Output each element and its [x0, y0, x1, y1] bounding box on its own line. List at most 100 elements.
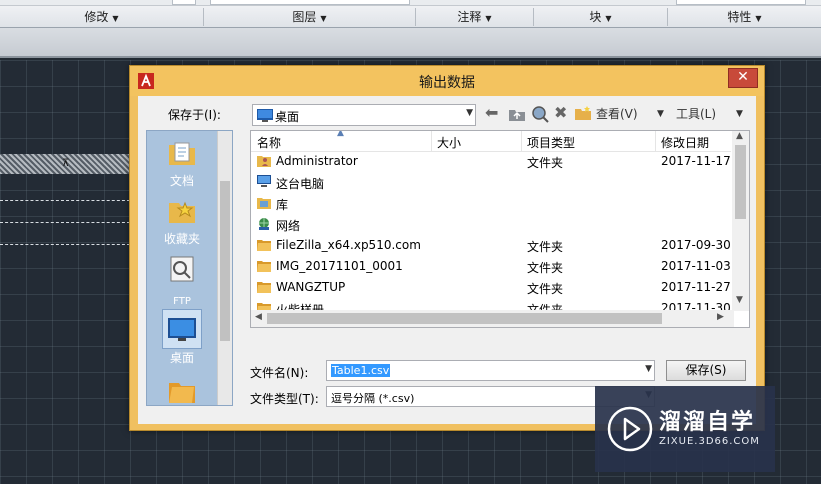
filename-value: Table1.csv	[331, 364, 391, 377]
network-icon	[259, 218, 269, 230]
horizontal-scroll-thumb[interactable]	[267, 313, 662, 324]
file-type: 文件夹	[527, 240, 564, 254]
folder-icon	[257, 240, 271, 251]
chevron-down-icon: ▼	[466, 108, 473, 118]
file-modified: 2017-11-17	[661, 154, 731, 168]
list-item[interactable]: Administrator 文件夹 2017-11-17	[251, 151, 731, 172]
list-item[interactable]: 网络	[251, 214, 731, 235]
list-item[interactable]: IMG_20171101_0001 文件夹 2017-11-03	[251, 256, 731, 277]
view-menu[interactable]: 查看(V)	[596, 105, 638, 123]
file-type: 文件夹	[527, 282, 564, 296]
dialog-client: 保存于(I): 桌面 ▼ ⬅ ✖ 查看(V) ▼ 工具(L) ▼ 文档 收藏夹 …	[138, 96, 756, 424]
place-folder[interactable]	[147, 375, 217, 410]
file-list-header: 名称 ▲ 大小 项目类型 修改日期	[251, 131, 731, 152]
list-item[interactable]: 库	[251, 193, 731, 214]
panel-annotation-label: 注释	[457, 10, 482, 24]
place-documents[interactable]: 文档	[147, 137, 217, 189]
file-name: 网络	[276, 219, 301, 233]
filetype-label: 文件类型(T):	[250, 392, 319, 406]
column-size[interactable]: 大小	[437, 134, 461, 151]
place-desktop-highlight	[162, 309, 202, 349]
file-type: 文件夹	[527, 156, 564, 170]
chevron-down-icon: ▼	[645, 364, 652, 374]
close-button[interactable]: ✕	[728, 68, 758, 88]
new-folder-icon[interactable]	[574, 105, 592, 121]
view-dropdown-icon[interactable]: ▼	[657, 105, 664, 123]
chevron-down-icon: ▼	[320, 14, 327, 23]
up-folder-icon[interactable]	[508, 106, 526, 122]
file-list-vertical-scrollbar[interactable]: ▲ ▼	[732, 131, 749, 311]
place-favorites[interactable]: 收藏夹	[147, 195, 217, 247]
search-web-icon[interactable]	[531, 105, 549, 123]
file-name: WANGZTUP	[276, 280, 346, 294]
dashed-line	[0, 222, 130, 223]
place-desktop[interactable]: 桌面	[147, 309, 217, 366]
watermark-brand: 溜溜自学	[659, 410, 756, 435]
scroll-left-icon[interactable]: ◀	[255, 312, 262, 322]
place-favorites-label: 收藏夹	[163, 232, 200, 246]
list-item[interactable]: WANGZTUP 文件夹 2017-11-27	[251, 277, 731, 298]
panel-annotation[interactable]: 注释 ▼	[416, 8, 534, 26]
save-in-value: 桌面	[275, 110, 300, 124]
filetype-value: 逗号分隔 (*.csv)	[331, 392, 415, 405]
panel-layers[interactable]: 图层 ▼	[204, 8, 416, 26]
tools-menu-label: 工具(L)	[676, 107, 717, 121]
ribbon-property-combo-stub[interactable]	[676, 0, 806, 5]
ribbon: 修改 ▼ 图层 ▼ 注释 ▼ 块 ▼ 特性 ▼	[0, 0, 821, 28]
save-in-label: 保存于(I):	[168, 108, 221, 122]
list-item[interactable]: FileZilla_x64.xp510.com 文件夹 2017-09-30	[251, 235, 731, 256]
column-separator[interactable]	[521, 131, 522, 152]
crosshair-marker: ⊼	[62, 158, 70, 169]
ftp-icon	[170, 256, 194, 282]
file-name: 库	[276, 198, 289, 212]
file-name: IMG_20171101_0001	[276, 259, 403, 273]
panel-block-label: 块	[589, 10, 602, 24]
computer-icon	[257, 175, 271, 187]
file-name: FileZilla_x64.xp510.com	[276, 238, 421, 252]
dialog-titlebar[interactable]: 输出数据 ✕	[130, 66, 764, 96]
favorites-folder-icon	[169, 201, 195, 223]
place-ftp[interactable]: FTP	[147, 253, 217, 307]
scroll-right-icon[interactable]: ▶	[717, 312, 724, 322]
panel-modify[interactable]: 修改 ▼	[0, 8, 204, 26]
file-modified: 2017-09-30	[661, 238, 731, 252]
close-icon: ✕	[737, 69, 749, 85]
ribbon-layer-combo-stub[interactable]	[210, 0, 410, 5]
places-bar: 文档 收藏夹 FTP 桌面	[146, 130, 233, 406]
file-modified: 2017-11-03	[661, 259, 731, 273]
chevron-down-icon: ▼	[605, 14, 612, 23]
ribbon-button-stub[interactable]	[172, 0, 196, 5]
vertical-scroll-thumb[interactable]	[735, 145, 746, 219]
chevron-down-icon: ▼	[755, 14, 762, 23]
panel-properties[interactable]: 特性 ▼	[668, 8, 821, 26]
save-button[interactable]: 保存(S)	[666, 360, 746, 381]
column-separator[interactable]	[431, 131, 432, 152]
filename-field[interactable]: Table1.csv ▼	[326, 360, 655, 381]
panel-block[interactable]: 块 ▼	[534, 8, 668, 26]
column-separator[interactable]	[655, 131, 656, 152]
chevron-down-icon: ▼	[112, 14, 119, 23]
column-type[interactable]: 项目类型	[527, 134, 575, 151]
places-scrollbar-thumb[interactable]	[220, 181, 230, 341]
place-ftp-label: FTP	[173, 296, 191, 307]
user-folder-icon	[257, 156, 271, 167]
folder-icon	[257, 261, 271, 272]
panel-modify-label: 修改	[84, 10, 109, 24]
column-modified[interactable]: 修改日期	[661, 134, 709, 151]
scroll-down-icon[interactable]: ▼	[736, 295, 743, 305]
play-logo-icon	[607, 406, 653, 452]
back-icon[interactable]: ⬅	[485, 104, 498, 122]
scroll-up-icon[interactable]: ▲	[736, 131, 743, 141]
file-name: 这台电脑	[276, 177, 325, 191]
file-type: 文件夹	[527, 261, 564, 275]
file-list-horizontal-scrollbar[interactable]: ◀ ▶	[251, 310, 734, 327]
delete-icon[interactable]: ✖	[554, 104, 567, 122]
file-list: 名称 ▲ 大小 项目类型 修改日期 Administrator 文件夹 2017…	[250, 130, 750, 328]
tools-dropdown-icon[interactable]: ▼	[736, 105, 743, 123]
list-item[interactable]: 这台电脑	[251, 172, 731, 193]
folder-icon	[169, 383, 195, 403]
tools-menu[interactable]: 工具(L)	[676, 105, 716, 123]
save-in-combo[interactable]: 桌面 ▼	[252, 104, 476, 126]
column-name[interactable]: 名称	[257, 134, 281, 151]
places-scrollbar[interactable]	[217, 131, 232, 405]
